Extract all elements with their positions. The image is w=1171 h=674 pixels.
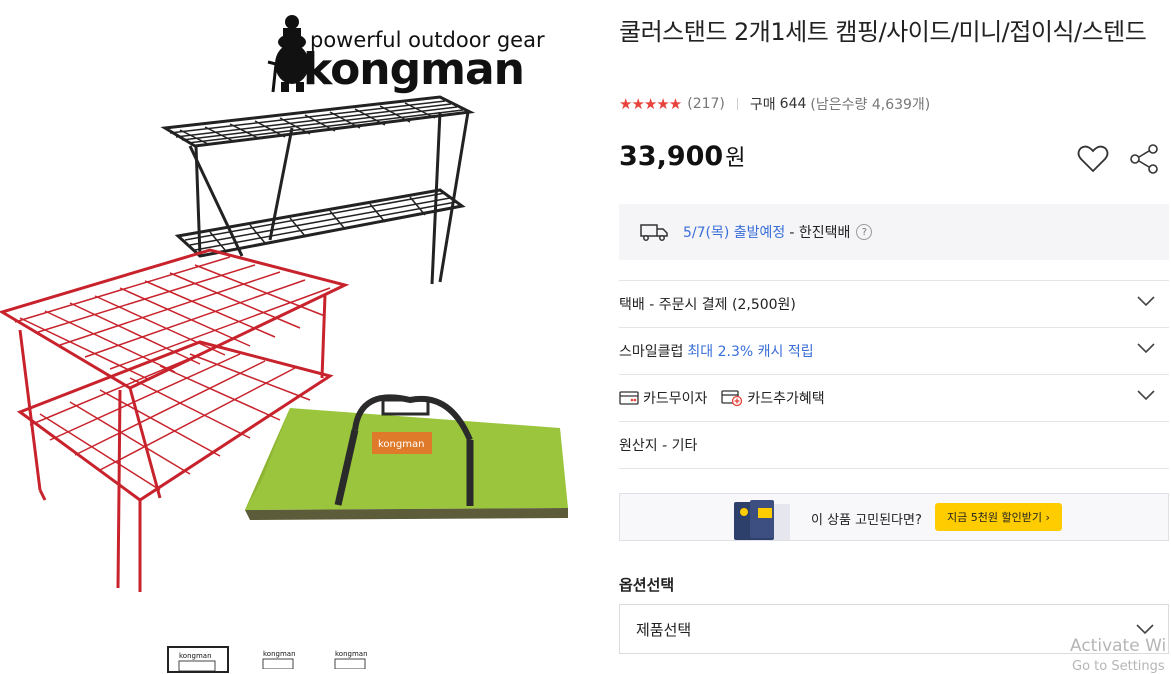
card-nointerest-text: 카드무이자 — [643, 391, 708, 407]
truck-icon — [639, 222, 669, 242]
price-value: 33,900 — [619, 141, 724, 172]
smileclub-row[interactable]: 스마일클럽 최대 2.3% 캐시 적립 — [619, 327, 1169, 374]
svg-text:kongman: kongman — [179, 652, 212, 660]
card-plus-icon — [721, 389, 743, 407]
delivery-carrier: - 한진택배 — [789, 225, 851, 241]
discount-cta-button[interactable]: 지금 5천원 할인받기 › — [935, 503, 1062, 531]
smileclub-benefit: 최대 2.3% 캐시 적립 — [687, 344, 814, 360]
purchase-count: 644 — [779, 96, 807, 112]
delivery-date: 5/7(목) 출발예정 — [683, 225, 786, 241]
black-rack — [160, 95, 476, 285]
windows-activation-watermark: Activate Wi — [1070, 636, 1167, 656]
rating-row[interactable]: ★★★★★ (217) 구매 644 (남은수량 4,639개) — [619, 94, 930, 114]
shipping-fee-row[interactable]: 택배 - 주문시 결제 (2,500원) — [619, 280, 1169, 327]
review-count[interactable]: (217) — [687, 96, 725, 112]
thumbnail-3[interactable]: kongman — [327, 646, 387, 669]
product-title: 쿨러스탠드 2개1세트 캠핑/사이드/미니/접이식/스텐드 — [619, 18, 1147, 46]
option-section-title: 옵션선택 — [619, 576, 675, 594]
product-main-image: powerful outdoor gear kongman kongman — [0, 0, 600, 669]
brand-name: kongman — [303, 44, 524, 95]
chevron-down-icon — [1137, 296, 1155, 307]
divider — [736, 98, 738, 110]
chevron-down-icon — [1136, 624, 1154, 635]
svg-text:kongman: kongman — [263, 650, 296, 658]
price-unit: 원 — [725, 146, 746, 171]
delivery-info: 5/7(목) 출발예정 - 한진택배 ? — [619, 204, 1169, 260]
windows-activation-hint: Go to Settings — [1072, 659, 1165, 674]
bag-label: kongman — [378, 439, 424, 450]
chevron-down-icon — [1137, 343, 1155, 354]
brand-logo: powerful outdoor gear kongman — [267, 15, 545, 95]
wishlist-heart-icon[interactable] — [1077, 144, 1109, 174]
smileclub-label: 스마일클럽 — [619, 344, 684, 360]
card-extra-text: 카드추가혜택 — [747, 391, 825, 407]
card-illustration-icon — [734, 500, 790, 540]
card-icon — [619, 390, 639, 406]
shipping-fee-text: 택배 - 주문시 결제 (2,500원) — [619, 297, 796, 313]
price: 33,900원 — [619, 140, 745, 172]
origin-row: 원산지 - 기타 — [619, 421, 1169, 469]
option-select-value: 제품선택 — [636, 620, 692, 639]
thumbnail-2[interactable]: kongman — [255, 646, 315, 669]
carry-bag: kongman — [245, 394, 568, 520]
rating-stars: ★★★★★ — [619, 95, 682, 113]
stock-text: (남은수량 4,639개) — [810, 97, 931, 113]
promo-banner[interactable]: 이 상품 고민된다면? 지금 5천원 할인받기 › — [619, 493, 1169, 541]
origin-text: 원산지 - 기타 — [619, 438, 698, 454]
card-benefit-row[interactable]: 카드무이자 카드추가혜택 — [619, 374, 1169, 421]
share-icon[interactable] — [1129, 144, 1161, 174]
banner-question: 이 상품 고민된다면? — [811, 513, 922, 528]
help-icon[interactable]: ? — [856, 224, 873, 240]
svg-text:kongman: kongman — [335, 650, 368, 658]
chevron-down-icon — [1137, 390, 1155, 401]
purchase-label: 구매 — [749, 97, 776, 113]
